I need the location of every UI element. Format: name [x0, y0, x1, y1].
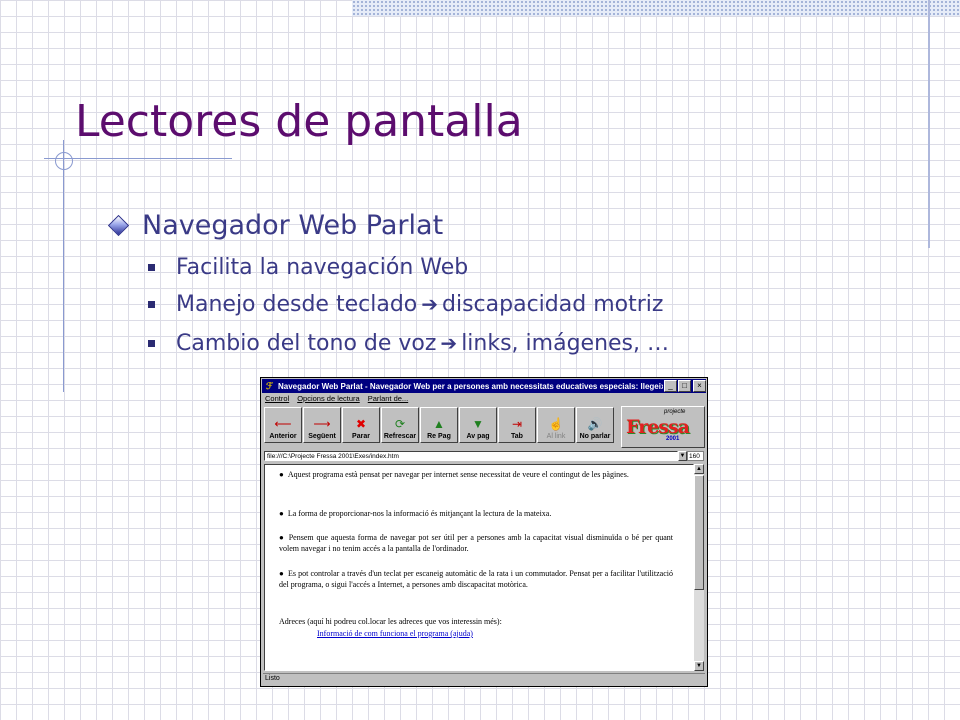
- toolbar-button-label: Re Pag: [427, 433, 451, 440]
- menu-opcions-lectura[interactable]: Opcions de lectura: [297, 394, 360, 405]
- toolbar-button-al-link[interactable]: ☝ Al link: [537, 407, 575, 443]
- content-paragraph: ● Es pot controlar a través d'un teclat p…: [279, 569, 673, 589]
- page-down-icon: ▼: [472, 417, 484, 431]
- toolbar-button-label: Següent: [308, 433, 336, 440]
- addresses-label: Adreces (aquí hi podreu col.locar les ad…: [279, 617, 502, 626]
- menubar: Control Opcions de lectura Parlant de...: [265, 394, 416, 405]
- arrow-left-icon: ⟵: [274, 417, 292, 431]
- logo-year: 2001: [666, 436, 680, 442]
- toolbar-button-tab[interactable]: ⇥ Tab: [498, 407, 536, 443]
- toolbar-button-label: Al link: [546, 433, 566, 440]
- logo-text: Fressa: [626, 416, 690, 438]
- bullet-item: Manejo desde teclado ➔ discapacidad motriz: [148, 292, 663, 317]
- toolbar-button-anterior[interactable]: ⟵ Anterior: [264, 407, 302, 443]
- toolbar-button-refrescar[interactable]: ⟳ Refrescar: [381, 407, 419, 443]
- logo-subtitle: projecte: [664, 409, 686, 415]
- address-row: file:///C:\Projecte Fressa 2001\Exes/ind…: [264, 451, 704, 462]
- stop-icon: ✖: [355, 417, 367, 431]
- decorative-vertical-line: [928, 0, 930, 248]
- arrow-right-icon: ⟶: [313, 417, 331, 431]
- window-titlebar: ℱ Navegador Web Parlat - Navegador Web p…: [262, 379, 706, 393]
- bullet-item: Cambio del tono de voz ➔ links, imágenes, …: [148, 331, 669, 356]
- refresh-icon: ⟳: [394, 417, 406, 431]
- maximize-button[interactable]: □: [678, 380, 691, 392]
- bullet-level1: Navegador Web Parlat: [106, 210, 443, 241]
- content-paragraph: ● Pensem que aquesta forma de navegar pot…: [279, 533, 673, 553]
- toolbar: ⟵ Anterior ⟶ Següent ✖ Parar ⟳ Refrescar ▲ Re Pag…: [264, 407, 622, 445]
- address-number-field[interactable]: 160: [687, 451, 704, 461]
- link-icon: ☝: [548, 417, 564, 431]
- tab-icon: ⇥: [511, 417, 523, 431]
- menu-control[interactable]: Control: [265, 394, 289, 405]
- diamond-bullet-icon: [107, 214, 130, 237]
- decorative-dotted-band: [352, 0, 960, 16]
- status-bar: Listo: [263, 673, 705, 684]
- arrow-right-icon: ➔: [421, 292, 439, 316]
- scroll-up-icon[interactable]: ▲: [694, 464, 704, 474]
- toolbar-button-label: Av pag: [466, 433, 490, 440]
- minimize-button[interactable]: _: [664, 380, 677, 392]
- toolbar-button-parar[interactable]: ✖ Parar: [342, 407, 380, 443]
- toolbar-button-re-pag[interactable]: ▲ Re Pag: [420, 407, 458, 443]
- bullet-item: Facilita la navegación Web: [148, 255, 468, 280]
- speaker-icon: 🔊: [587, 417, 603, 431]
- toolbar-button-label: Parar: [352, 433, 370, 440]
- vertical-scrollbar[interactable]: ▲ ▼: [694, 464, 704, 671]
- arrow-right-icon: ➔: [440, 331, 458, 355]
- bullet-text: Cambio del tono de voz ➔ links, imágenes, …: [176, 331, 669, 356]
- slide-title: Lectores de pantalla: [75, 96, 523, 147]
- toolbar-button-següent[interactable]: ⟶ Següent: [303, 407, 341, 443]
- toolbar-button-av-pag[interactable]: ▼ Av pag: [459, 407, 497, 443]
- page-up-icon: ▲: [433, 417, 445, 431]
- app-icon: ℱ: [265, 380, 274, 391]
- bullet-text: Manejo desde teclado ➔ discapacidad motriz: [176, 292, 664, 317]
- address-input[interactable]: file:///C:\Projecte Fressa 2001\Exes/ind…: [264, 451, 678, 461]
- toolbar-button-label: Refrescar: [383, 433, 417, 440]
- page-content: ● Aquest programa està pensat per navegar…: [264, 464, 694, 671]
- toolbar-button-no-parlar[interactable]: 🔊 No parlar: [576, 407, 614, 443]
- address-dropdown-icon[interactable]: ▼: [678, 451, 687, 461]
- decorative-circle: [55, 152, 73, 170]
- content-paragraph: ● La forma de proporcionar-nos la informa…: [279, 509, 552, 518]
- fressa-logo: projecte Fressa 2001: [621, 406, 705, 448]
- toolbar-button-label: Anterior: [269, 433, 297, 440]
- browser-window-screenshot: ℱ Navegador Web Parlat - Navegador Web p…: [260, 377, 708, 687]
- bullet-level1-text: Navegador Web Parlat: [142, 210, 444, 241]
- scroll-thumb[interactable]: [694, 475, 704, 590]
- square-bullet-icon: [148, 264, 155, 271]
- bullet-text: Facilita la navegación Web: [176, 255, 469, 280]
- scroll-down-icon[interactable]: ▼: [694, 661, 704, 671]
- square-bullet-icon: [148, 301, 155, 308]
- help-link[interactable]: Informació de com funciona el programa (…: [317, 628, 473, 639]
- menu-parlant-de[interactable]: Parlant de...: [368, 394, 408, 405]
- window-title: Navegador Web Parlat - Navegador Web per…: [278, 381, 663, 391]
- close-button[interactable]: ×: [693, 380, 706, 392]
- toolbar-button-label: Tab: [511, 433, 523, 440]
- square-bullet-icon: [148, 340, 155, 347]
- decorative-left-line: [63, 140, 64, 392]
- toolbar-button-label: No parlar: [579, 433, 611, 440]
- content-paragraph: ● Aquest programa està pensat per navegar…: [279, 470, 629, 479]
